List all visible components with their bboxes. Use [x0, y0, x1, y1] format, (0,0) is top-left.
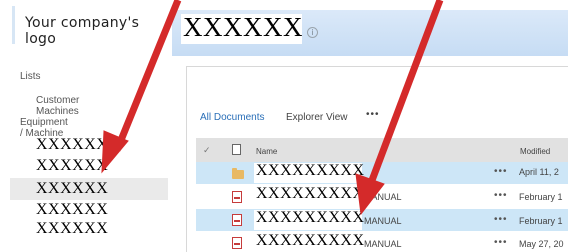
row-menu-button[interactable]: ••• — [494, 190, 508, 201]
row-name[interactable]: XXXXXXXXX — [256, 232, 365, 250]
row-menu-button[interactable]: ••• — [494, 214, 508, 225]
nav-item[interactable]: XXXXXX — [36, 201, 108, 219]
nav-heading-lists[interactable]: Lists — [20, 71, 41, 82]
pdf-icon — [232, 237, 242, 249]
table-header — [196, 138, 568, 162]
pdf-icon — [232, 214, 242, 226]
company-logo[interactable]: Your company's logo — [12, 6, 167, 47]
row-name[interactable]: XXXXXXXXX — [256, 185, 365, 203]
nav-item[interactable]: XXXXXX — [36, 157, 108, 175]
row-name-suffix: MANUAL — [364, 192, 402, 202]
site-title[interactable]: XXXXXX — [183, 12, 303, 43]
row-menu-button[interactable]: ••• — [494, 166, 508, 177]
select-all-checkbox-icon[interactable]: ✓ — [203, 145, 211, 156]
nav-item[interactable]: XXXXXX — [36, 220, 108, 238]
nav-item-customer-machines[interactable]: Customer Machines — [36, 95, 79, 117]
row-name-suffix: MANUAL — [364, 216, 402, 226]
tab-explorer-view[interactable]: Explorer View — [286, 112, 348, 123]
column-header-modified[interactable]: Modified — [520, 147, 550, 156]
column-header-name[interactable]: Name — [256, 147, 277, 156]
row-modified: February 1 — [519, 192, 563, 202]
row-name[interactable]: XXXXXXXXX — [256, 209, 365, 227]
row-modified: February 1 — [519, 216, 563, 226]
pdf-icon — [232, 191, 242, 203]
tab-all-documents[interactable]: All Documents — [200, 112, 264, 123]
folder-icon — [232, 168, 244, 179]
logo-text: Your company's logo — [25, 15, 140, 47]
nav-item-selected[interactable]: XXXXXX — [10, 178, 168, 200]
row-name[interactable]: XXXXXXXXX — [256, 162, 365, 180]
row-menu-button[interactable]: ••• — [494, 237, 508, 248]
row-modified: April 11, 2 — [519, 167, 559, 177]
table-row[interactable] — [196, 162, 568, 184]
more-views-button[interactable]: ••• — [366, 109, 380, 120]
row-name-suffix: MANUAL — [364, 239, 402, 249]
info-icon[interactable]: i — [307, 27, 318, 38]
document-type-icon — [232, 144, 241, 155]
nav-item[interactable]: XXXXXX — [36, 136, 108, 154]
row-modified: May 27, 20 — [519, 239, 564, 249]
